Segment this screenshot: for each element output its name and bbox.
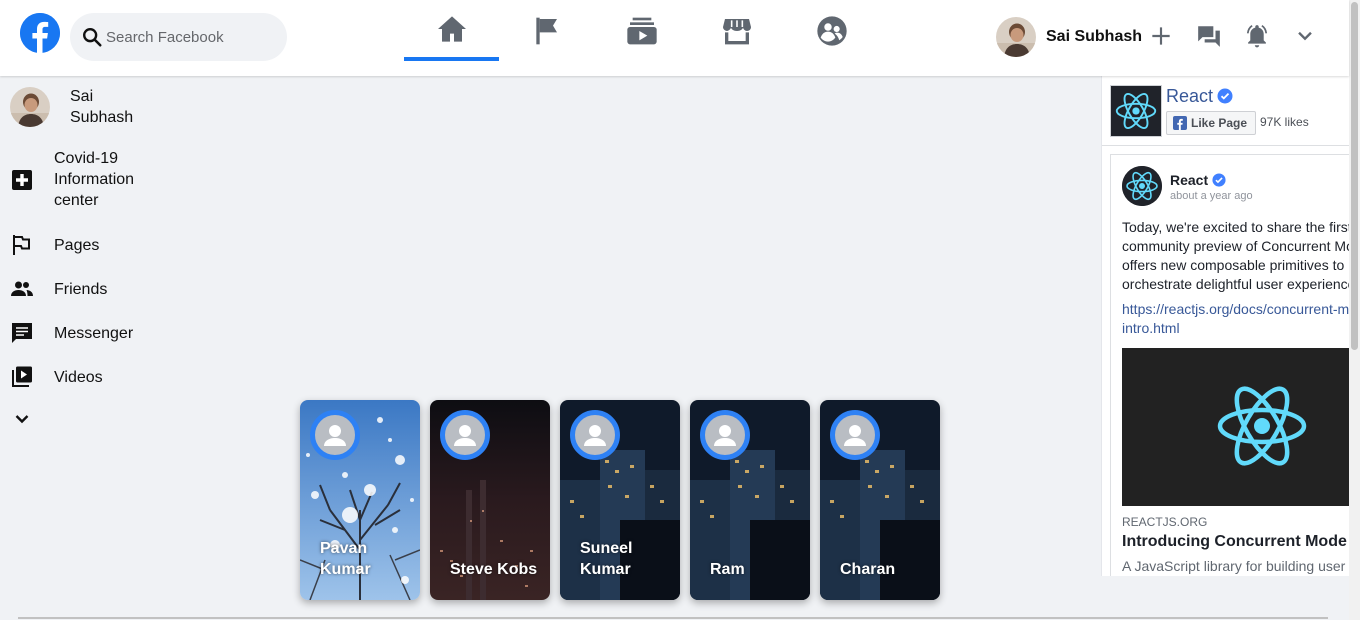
chat-icon: [10, 321, 34, 345]
story-card[interactable]: Suneel Kumar: [560, 400, 680, 600]
react-logo-icon: [1122, 348, 1349, 506]
create-button[interactable]: [1147, 22, 1175, 50]
like-page-label: Like Page: [1191, 116, 1248, 130]
react-logo-icon[interactable]: [1110, 85, 1162, 137]
story-name: Steve Kobs: [450, 561, 538, 578]
vertical-scrollbar[interactable]: [1349, 0, 1360, 620]
sidebar-covid-line3: center: [54, 192, 99, 209]
story-card[interactable]: Ram: [690, 400, 810, 600]
notifications-button[interactable]: [1243, 22, 1271, 50]
story-avatar: [310, 410, 360, 460]
avatar: [996, 17, 1036, 57]
facebook-small-icon: [1173, 116, 1187, 130]
sidebar-videos-label: Videos: [54, 368, 103, 386]
post-author-avatar[interactable]: [1122, 166, 1162, 206]
post-link-line[interactable]: intro.html: [1122, 319, 1349, 338]
account-menu-button[interactable]: [1291, 22, 1319, 50]
sidebar-item-covid[interactable]: Covid-19 Information center: [10, 148, 134, 211]
story-avatar: [570, 410, 620, 460]
sidebar-covid-line1: Covid-19: [54, 150, 119, 167]
sidebar-messenger-label: Messenger: [54, 324, 134, 342]
story-avatar: [700, 410, 750, 460]
search-icon: [83, 28, 102, 47]
story-name: Pavan Kumar: [320, 540, 371, 578]
post-text-line: Today, we're excited to share the first: [1122, 219, 1349, 235]
search-bar[interactable]: [70, 13, 287, 61]
profile-chip[interactable]: Sai Subhash: [996, 16, 1142, 58]
plus-box-icon: [10, 168, 34, 192]
like-page-button[interactable]: Like Page: [1166, 111, 1257, 135]
widget-header: React Like Page 97K likes: [1102, 76, 1349, 146]
groups-icon: [816, 15, 847, 46]
tab-pages[interactable]: [499, 0, 594, 61]
post-link-headline[interactable]: Introducing Concurrent Mode: [1122, 533, 1347, 551]
story-avatar: [440, 410, 490, 460]
chevron-down-icon: [10, 407, 34, 431]
post-author-name[interactable]: React: [1170, 172, 1208, 188]
sidebar-item-profile[interactable]: Sai Subhash: [10, 86, 133, 128]
flag-icon: [535, 17, 557, 44]
story-name: Charan: [840, 561, 896, 578]
story-avatar: [830, 410, 880, 460]
sidebar-covid-line2: Information: [54, 171, 135, 188]
verified-badge-icon: [1212, 173, 1226, 187]
tab-groups[interactable]: [784, 0, 879, 61]
flag-outline-icon: [10, 233, 34, 257]
tab-marketplace[interactable]: [689, 0, 784, 61]
post-author[interactable]: React: [1170, 172, 1226, 188]
bell-icon: [1246, 24, 1268, 48]
verified-badge-icon: [1217, 88, 1233, 104]
scrollbar-thumb[interactable]: [18, 617, 1328, 619]
post-timestamp[interactable]: about a year ago: [1170, 190, 1253, 202]
video-library-icon: [10, 365, 34, 389]
sidebar-item-videos[interactable]: Videos: [10, 365, 103, 389]
story-name: Ram: [710, 561, 745, 578]
home-icon: [437, 15, 466, 42]
scrollbar-thumb[interactable]: [1351, 2, 1358, 350]
post-link-line[interactable]: https://reactjs.org/docs/concurrent-m: [1122, 300, 1349, 319]
story-name: Suneel Kumar: [580, 540, 633, 578]
page-plugin-widget: React Like Page 97K likes React about a …: [1101, 76, 1349, 576]
people-icon: [10, 277, 34, 301]
forum-icon: [1198, 26, 1220, 47]
post-link-description: A JavaScript library for building user: [1122, 558, 1346, 574]
marketplace-icon: [722, 18, 751, 44]
sidebar-friends-label: Friends: [54, 280, 108, 298]
tab-watch[interactable]: [594, 0, 689, 61]
chevron-down-icon: [1298, 31, 1312, 41]
story-card[interactable]: Steve Kobs: [430, 400, 550, 600]
tab-home[interactable]: [404, 0, 499, 61]
sidebar-expand-button[interactable]: [10, 407, 34, 431]
sidebar-item-friends[interactable]: Friends: [10, 277, 107, 301]
post-link-image[interactable]: [1122, 348, 1349, 506]
widget-post: React about a year ago Today, we're exci…: [1110, 154, 1349, 576]
avatar: [10, 87, 50, 127]
sidebar-item-messenger[interactable]: Messenger: [10, 321, 133, 345]
post-text-line: community preview of Concurrent Mo: [1122, 238, 1349, 254]
story-card[interactable]: Pavan Kumar: [300, 400, 420, 600]
horizontal-scrollbar[interactable]: [0, 612, 1349, 620]
plus-icon: [1152, 27, 1170, 45]
post-link[interactable]: https://reactjs.org/docs/concurrent-m in…: [1122, 300, 1349, 338]
watch-icon: [626, 17, 657, 44]
post-text-line: orchestrate delightful user experience: [1122, 276, 1349, 292]
facebook-logo-icon[interactable]: [20, 13, 60, 53]
sidebar-item-pages[interactable]: Pages: [10, 233, 99, 257]
post-text-line: offers new composable primitives to h: [1122, 257, 1349, 273]
likes-count: 97K likes: [1260, 115, 1309, 129]
messenger-button[interactable]: [1195, 22, 1223, 50]
sidebar-profile-first: Sai: [70, 88, 94, 105]
sidebar-pages-label: Pages: [54, 236, 100, 254]
post-text: Today, we're excited to share the first …: [1122, 218, 1349, 294]
story-card[interactable]: Charan: [820, 400, 940, 600]
sidebar-profile-last: Subhash: [70, 109, 134, 126]
profile-name: Sai Subhash: [1046, 28, 1143, 45]
top-header: Sai Subhash: [0, 0, 1349, 76]
post-link-domain: REACTJS.ORG: [1122, 515, 1208, 529]
widget-page-name[interactable]: React: [1166, 86, 1213, 106]
search-input[interactable]: [106, 13, 276, 61]
widget-page-title[interactable]: React: [1166, 86, 1233, 107]
